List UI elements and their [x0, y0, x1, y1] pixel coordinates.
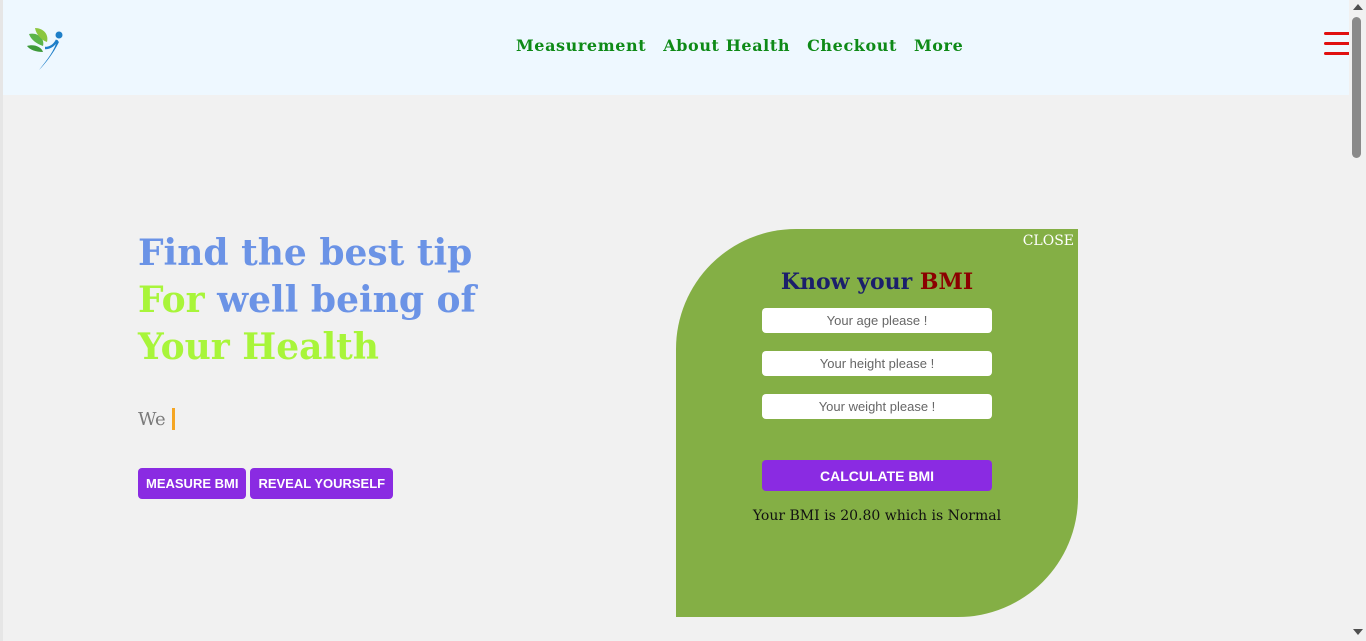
scroll-down-arrow-icon[interactable] [1353, 629, 1363, 635]
scrollbar-thumb[interactable] [1352, 17, 1361, 158]
hamburger-line [1324, 42, 1350, 45]
hero-title-part1: Find the best tip [138, 232, 473, 274]
hamburger-line [1324, 32, 1350, 35]
nav-link-more[interactable]: More [914, 36, 963, 55]
bmi-title: Know your BMI [676, 269, 1078, 295]
hero-title-accent-your-health: Your Health [138, 326, 379, 368]
scroll-up-arrow-icon[interactable] [1353, 4, 1363, 10]
hamburger-icon[interactable] [1324, 32, 1350, 56]
calculate-bmi-button[interactable]: CALCULATE BMI [762, 460, 992, 491]
main-nav: Measurement About Health Checkout More [516, 36, 980, 55]
typed-text: We [138, 408, 166, 430]
reveal-yourself-button[interactable]: REVEAL YOURSELF [250, 468, 394, 499]
typed-text-line: We [138, 408, 175, 430]
height-input[interactable] [762, 351, 992, 376]
vertical-scrollbar[interactable] [1349, 0, 1366, 641]
leaf-figure-logo-icon[interactable] [23, 24, 67, 72]
hero-title-part2: well being of [204, 279, 477, 321]
hero-title-accent-for: For [138, 279, 205, 321]
bmi-result-text: Your BMI is 20.80 which is Normal [752, 508, 1002, 524]
age-input[interactable] [762, 308, 992, 333]
hero-buttons: MEASURE BMI REVEAL YOURSELF [138, 468, 394, 499]
hamburger-line [1324, 52, 1350, 55]
weight-input[interactable] [762, 394, 992, 419]
typing-caret [171, 408, 175, 430]
bmi-title-part1: Know your [780, 269, 920, 295]
measure-bmi-button[interactable]: MEASURE BMI [138, 468, 247, 499]
bmi-calculator-card: CLOSE Know your BMI CALCULATE BMI Your B… [676, 229, 1078, 617]
navbar: Measurement About Health Checkout More [3, 0, 1350, 95]
nav-link-measurement[interactable]: Measurement [516, 36, 646, 55]
nav-link-checkout[interactable]: Checkout [807, 36, 897, 55]
bmi-title-bmi: BMI [919, 269, 974, 295]
hero-title: Find the best tip For well being of Your… [138, 230, 538, 371]
close-button[interactable]: CLOSE [1023, 233, 1074, 249]
nav-link-about-health[interactable]: About Health [663, 36, 790, 55]
